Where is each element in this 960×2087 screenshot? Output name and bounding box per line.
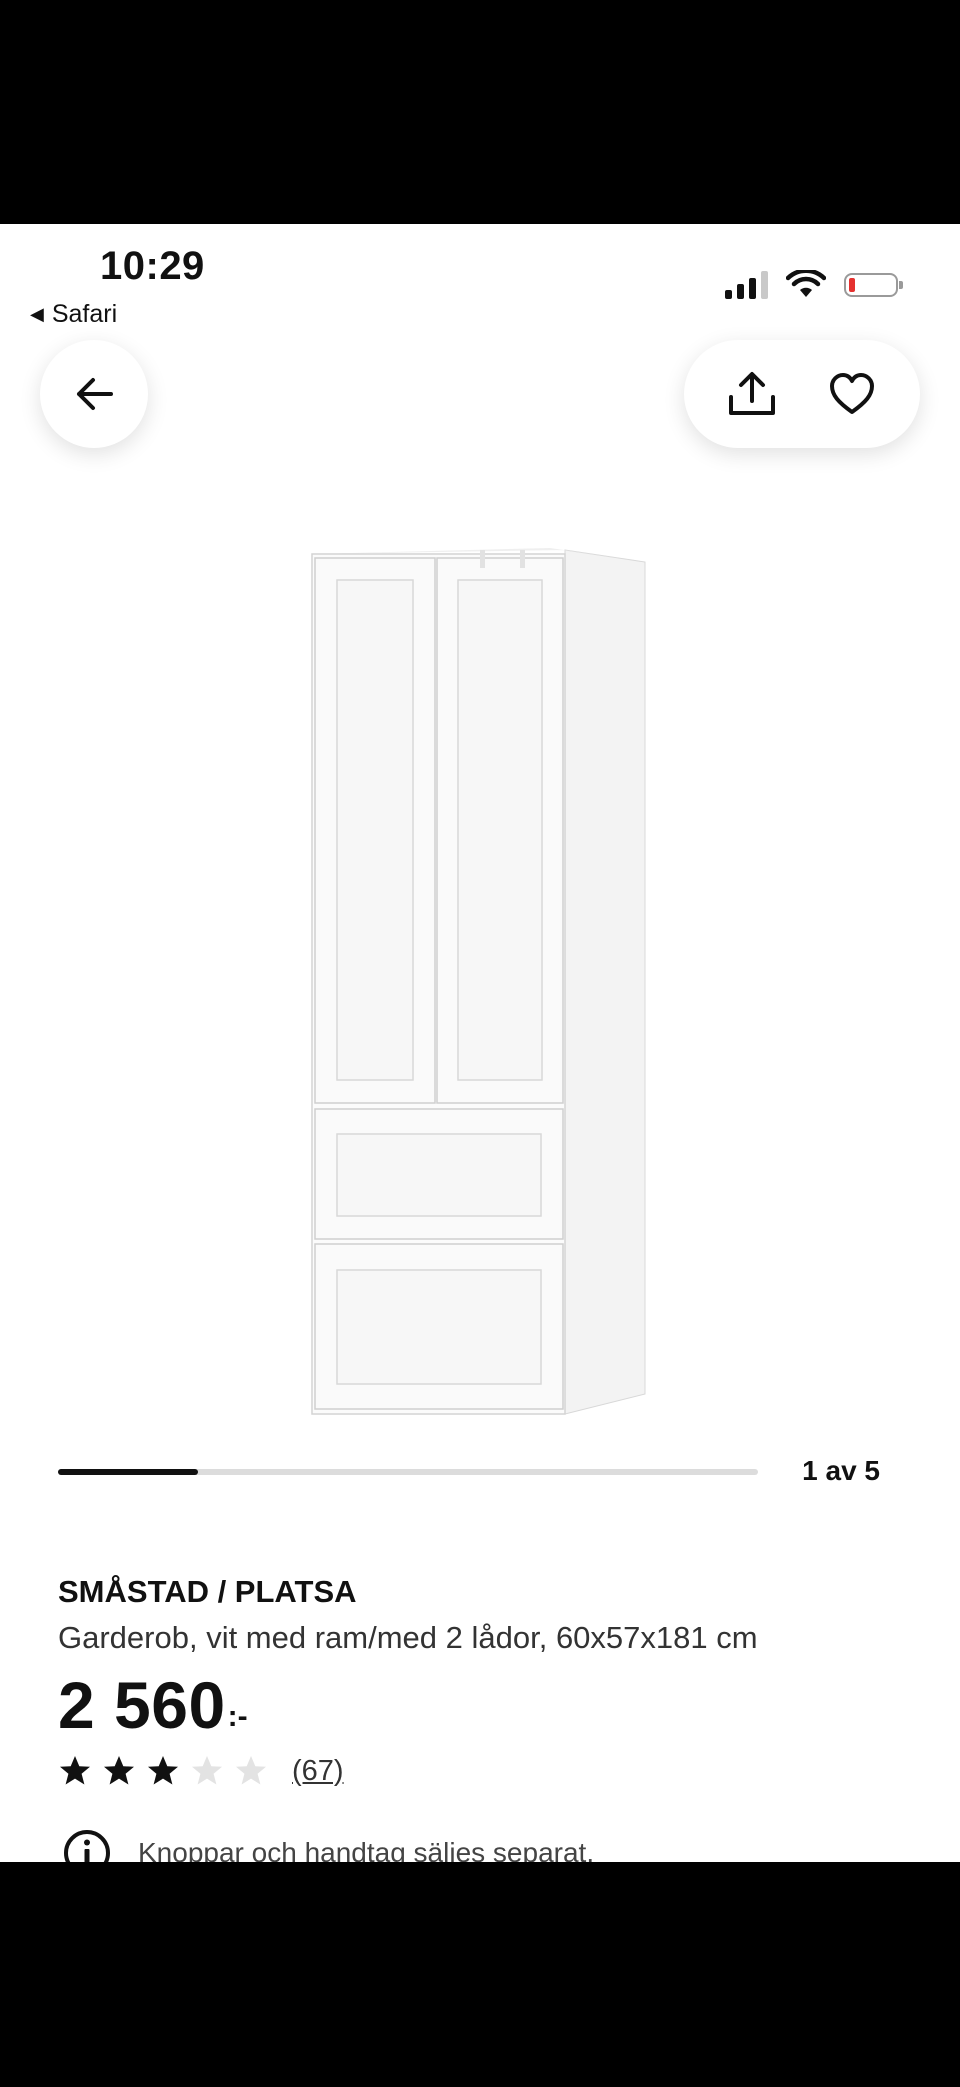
back-app-label: Safari — [51, 300, 118, 328]
wifi-icon — [786, 270, 826, 297]
product-price: 2 560 :- — [58, 1666, 248, 1745]
star-filled-icon — [60, 1756, 90, 1785]
star-empty-icon — [236, 1756, 266, 1785]
favorite-button[interactable] — [812, 354, 892, 434]
battery-icon — [844, 273, 903, 297]
star-filled-icon — [148, 1756, 178, 1785]
product-name: SMÅSTAD / PLATSA — [58, 1574, 357, 1609]
heart-icon — [830, 373, 874, 414]
share-icon — [729, 372, 775, 415]
cellular-signal-icon — [725, 271, 768, 299]
product-notice: Knoppar och handtag säljes separat. — [62, 1828, 594, 1862]
action-buttons-group — [684, 340, 920, 448]
price-suffix: :- — [227, 1700, 248, 1733]
product-image[interactable] — [300, 544, 660, 1424]
price-amount: 2 560 — [58, 1668, 226, 1742]
arrow-left-icon — [77, 378, 113, 410]
review-count-link[interactable]: (67) — [292, 1755, 344, 1788]
gallery-progress-fill — [58, 1469, 198, 1475]
back-to-safari-link[interactable]: ◀ Safari — [30, 300, 117, 329]
gallery-pager: 1 av 5 — [802, 1455, 880, 1486]
notice-text: Knoppar och handtag säljes separat. — [138, 1837, 595, 1862]
app-screen: 10:29 ◀ Safari 1 av 5 SMÅSTAD / PLATSA G… — [0, 224, 960, 1862]
share-button[interactable] — [712, 354, 792, 434]
star-empty-icon — [192, 1756, 222, 1785]
battery-level — [849, 278, 855, 292]
back-button[interactable] — [40, 340, 148, 448]
product-rating[interactable]: (67) — [58, 1754, 344, 1788]
product-description: Garderob, vit med ram/med 2 lådor, 60x57… — [58, 1620, 758, 1655]
info-icon — [64, 1830, 110, 1862]
gallery-progress-bar — [58, 1469, 758, 1475]
status-time: 10:29 — [100, 244, 205, 288]
back-triangle-icon: ◀ — [30, 304, 44, 324]
status-indicators — [725, 270, 903, 300]
star-filled-icon — [104, 1756, 134, 1785]
